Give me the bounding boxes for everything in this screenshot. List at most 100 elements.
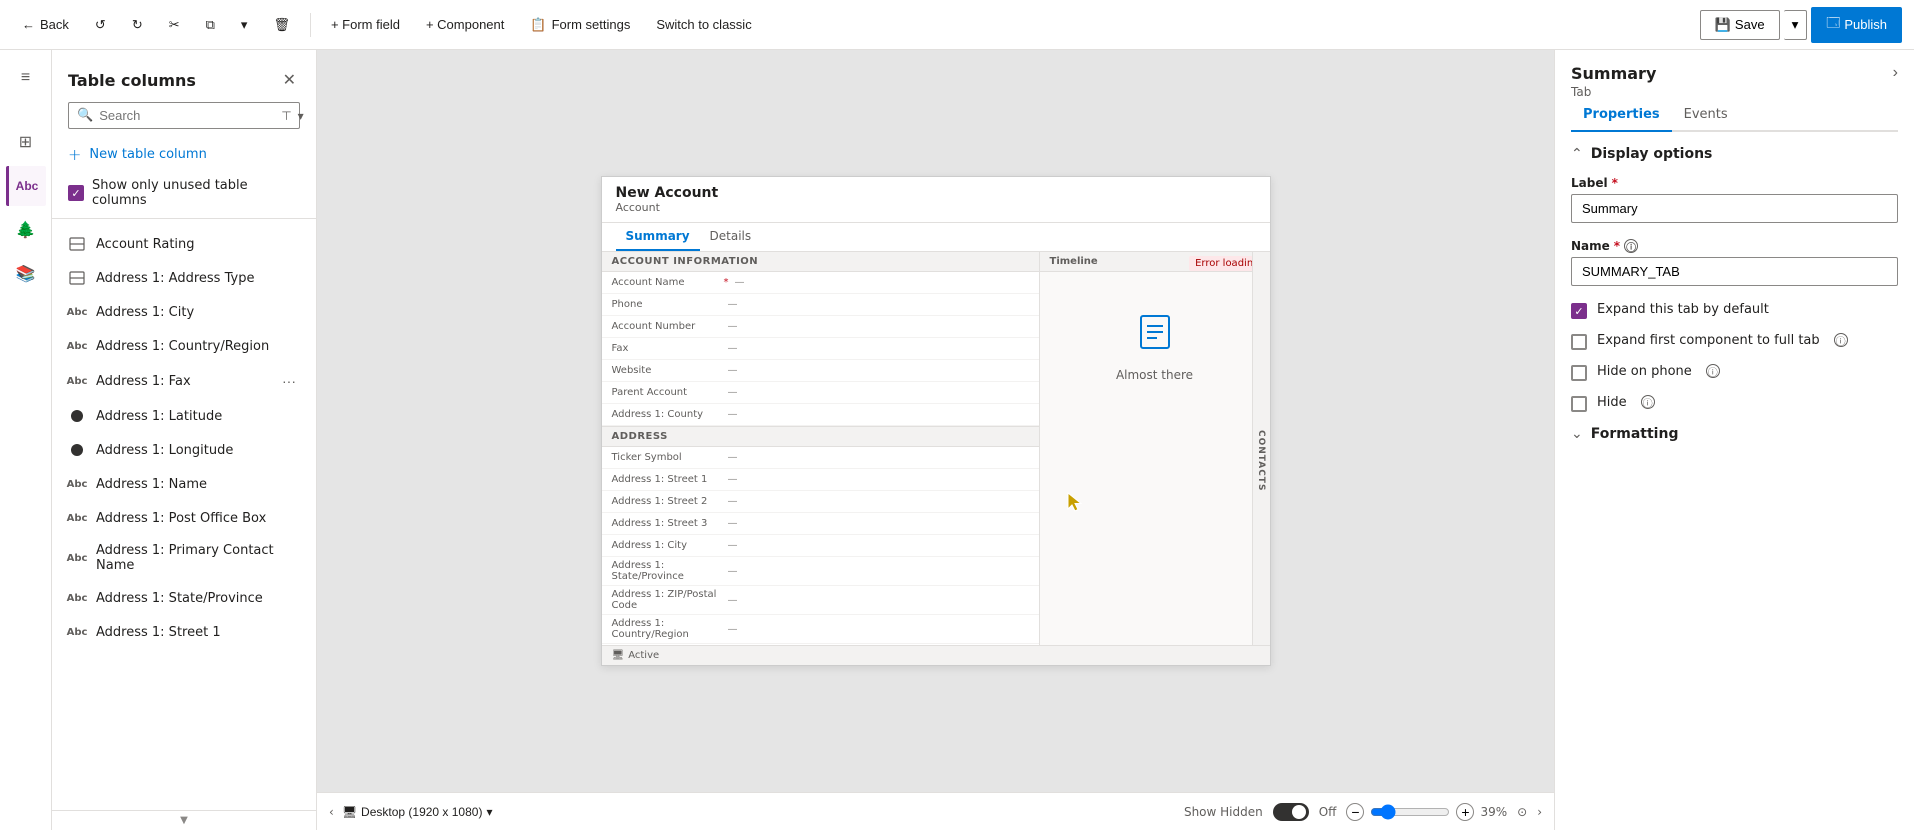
switch-classic-button[interactable]: Switch to classic <box>646 12 761 37</box>
expand-default-checkbox[interactable]: ✓ <box>1571 303 1587 319</box>
undo-button[interactable]: ↺ <box>85 12 116 38</box>
new-column-label: New table column <box>89 147 206 162</box>
save-dropdown-button[interactable]: ▾ <box>1784 10 1808 40</box>
name-field-label: Name * ⓘ <box>1571 239 1898 253</box>
column-name: Account Rating <box>96 237 195 252</box>
column-name: Address 1: Longitude <box>96 443 233 458</box>
list-item[interactable]: Abc Address 1: Country/Region <box>52 329 316 363</box>
hamburger-menu-button[interactable]: ≡ <box>6 58 46 98</box>
fit-icon[interactable]: ⊙ <box>1517 805 1527 819</box>
form-title: New Account <box>616 185 1256 201</box>
delete-icon: 🗑 <box>273 17 290 33</box>
tab-properties[interactable]: Properties <box>1571 99 1672 132</box>
tab-details[interactable]: Details <box>700 223 762 251</box>
formatting-title: Formatting <box>1591 426 1679 442</box>
list-item[interactable]: Abc Address 1: Primary Contact Name <box>52 535 316 581</box>
dropdown-icon: ▾ <box>486 805 492 819</box>
right-panel-header: Summary Tab › <box>1555 50 1914 99</box>
copy-button[interactable]: ⧉ <box>196 12 225 38</box>
scroll-right-icon[interactable]: › <box>1537 805 1542 819</box>
form-settings-button[interactable]: 📋 Form settings <box>520 12 640 38</box>
main-layout: ≡ ⊞ Abc 🌲 📚 Table columns ✕ 🔍 ⊤ ▾ + New <box>0 50 1914 830</box>
sidebar-item-components[interactable]: ⊞ <box>6 122 46 162</box>
search-input[interactable] <box>99 108 275 123</box>
right-panel-subtitle: Tab <box>1571 85 1656 99</box>
component-button[interactable]: + Component <box>416 12 514 37</box>
formatting-section: ⌄ Formatting <box>1571 426 1898 442</box>
more-options-button[interactable]: ··· <box>278 371 300 391</box>
column-name: Address 1: Fax <box>96 374 191 389</box>
column-name: Address 1: State/Province <box>96 591 263 606</box>
sidebar-item-table-columns[interactable]: Abc <box>6 166 46 206</box>
label-input[interactable] <box>1571 194 1898 223</box>
zoom-plus-button[interactable]: + <box>1456 803 1474 821</box>
form-row: Address 1: Country/Region — <box>602 615 1039 644</box>
back-icon: ← <box>22 17 35 32</box>
redo-button[interactable]: ↻ <box>122 12 153 38</box>
zoom-slider[interactable] <box>1370 804 1450 820</box>
undo-icon: ↺ <box>95 17 106 33</box>
back-button[interactable]: ← Back <box>12 12 79 37</box>
column-name: Address 1: City <box>96 305 194 320</box>
show-unused-checkbox-item[interactable]: ✓ Show only unused table columns <box>52 172 316 214</box>
cut-icon: ✂ <box>169 17 180 33</box>
list-item[interactable]: Address 1: Latitude <box>52 399 316 433</box>
save-button[interactable]: 💾 Save <box>1700 10 1780 40</box>
column-name: Address 1: Country/Region <box>96 339 269 354</box>
right-content: ⌃ Display options Label * Name * ⓘ <box>1555 132 1914 830</box>
show-unused-checkbox[interactable]: ✓ <box>68 185 84 201</box>
publish-button[interactable]: 🗔 Publish <box>1811 7 1902 43</box>
formatting-toggle[interactable]: ⌄ Formatting <box>1571 426 1898 442</box>
form-row: Website — <box>602 360 1039 382</box>
scroll-left-icon[interactable]: ‹ <box>329 805 334 819</box>
zoom-minus-button[interactable]: − <box>1346 803 1364 821</box>
text-type-icon: Abc <box>68 623 86 641</box>
list-item[interactable]: Abc Address 1: Fax ··· <box>52 363 316 399</box>
list-item[interactable]: Address 1: Longitude <box>52 433 316 467</box>
list-item[interactable]: Abc Address 1: City <box>52 295 316 329</box>
hide-info-icon[interactable]: ⓘ <box>1641 395 1655 409</box>
name-info-icon[interactable]: ⓘ <box>1624 239 1638 253</box>
expand-full-info-icon[interactable]: ⓘ <box>1834 333 1848 347</box>
form-row: Phone — <box>602 294 1039 316</box>
list-item[interactable]: Abc Address 1: Post Office Box <box>52 501 316 535</box>
tab-events[interactable]: Events <box>1672 99 1740 132</box>
sidebar-item-form-libraries[interactable]: 📚 <box>6 254 46 294</box>
hide-phone-info-icon[interactable]: ⓘ <box>1706 364 1720 378</box>
panel-close-button[interactable]: ✕ <box>279 66 300 94</box>
filter-dropdown-icon[interactable]: ▾ <box>298 109 304 123</box>
components-icon: ⊞ <box>19 132 32 152</box>
search-icon: 🔍 <box>77 108 93 123</box>
list-item[interactable]: Abc Address 1: Street 1 <box>52 615 316 649</box>
redo-icon: ↻ <box>132 17 143 33</box>
desktop-selector-button[interactable]: 🖥 Desktop (1920 x 1080) ▾ <box>342 805 493 819</box>
almost-there: Almost there <box>1040 272 1270 422</box>
list-item[interactable]: Account Rating <box>52 227 316 261</box>
dropdown-button[interactable]: ▾ <box>231 12 258 38</box>
table-columns-panel: Table columns ✕ 🔍 ⊤ ▾ + New table column… <box>52 50 317 830</box>
form-row: Address 1: Street 2 — <box>602 491 1039 513</box>
list-item[interactable]: Abc Address 1: State/Province <box>52 581 316 615</box>
tab-summary[interactable]: Summary <box>616 223 700 251</box>
sidebar-item-tree-view[interactable]: 🌲 <box>6 210 46 250</box>
name-input[interactable] <box>1571 257 1898 286</box>
separator-1 <box>310 13 311 37</box>
list-item[interactable]: Abc Address 1: Name <box>52 467 316 501</box>
delete-button[interactable]: 🗑 <box>263 12 300 38</box>
form-right: Timeline Almost ther <box>1040 252 1270 666</box>
filter-icon[interactable]: ⊤ <box>281 109 291 123</box>
cut-button[interactable]: ✂ <box>159 12 190 38</box>
show-hidden-toggle[interactable] <box>1273 803 1309 821</box>
expand-full-checkbox[interactable] <box>1571 334 1587 350</box>
right-panel-expand-button[interactable]: › <box>1893 64 1898 82</box>
form-field-button[interactable]: + Form field <box>321 12 410 37</box>
hide-phone-checkbox[interactable] <box>1571 365 1587 381</box>
list-item[interactable]: Address 1: Address Type <box>52 261 316 295</box>
hide-checkbox[interactable] <box>1571 396 1587 412</box>
add-column-button[interactable]: + New table column <box>52 137 316 172</box>
form-status-icon: 🖥 <box>612 650 625 661</box>
display-options-toggle[interactable]: ⌃ Display options <box>1571 146 1898 162</box>
form-settings-label: Form settings <box>552 17 631 32</box>
back-label: Back <box>40 17 69 32</box>
hide-label: Hide <box>1597 395 1627 410</box>
